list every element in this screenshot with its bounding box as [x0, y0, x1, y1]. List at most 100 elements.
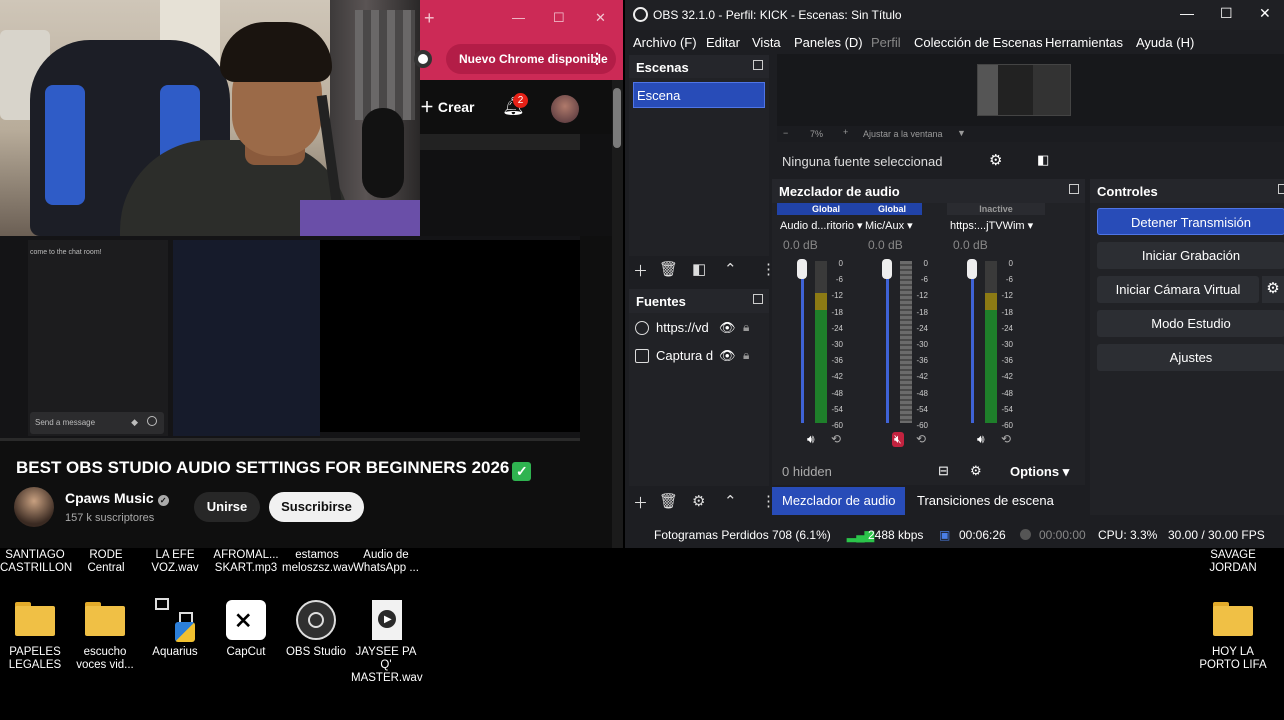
float-icon[interactable] — [753, 60, 763, 70]
up-arrow-icon[interactable]: ⌃ — [724, 260, 737, 278]
filter-icon[interactable]: ◧ — [692, 260, 706, 278]
volume-fader-track[interactable] — [801, 261, 804, 423]
settings-icon[interactable]: ⚙︎ — [970, 463, 982, 479]
fit-window-label[interactable]: Ajustar a la ventana — [863, 129, 943, 139]
desktop-icon-label[interactable]: OBS Studio — [281, 646, 351, 659]
desktop-icon-label[interactable]: HOY LA PORTO LIFA — [1198, 646, 1268, 672]
desktop-item-label[interactable]: SAVAGE JORDAN — [1198, 549, 1268, 575]
trash-icon[interactable]: 🗑︎ — [659, 260, 678, 278]
audio-file-icon[interactable]: ▶ — [372, 600, 402, 640]
chrome-scrollbar-thumb[interactable] — [613, 88, 621, 148]
folder-icon[interactable] — [1213, 600, 1253, 640]
float-icon[interactable] — [1069, 184, 1079, 194]
emoji-icon[interactable] — [147, 416, 157, 426]
lock-icon[interactable]: 🔒︎ — [743, 320, 749, 335]
up-arrow-icon[interactable]: ⌃ — [724, 492, 737, 510]
float-icon[interactable] — [753, 294, 763, 304]
desktop-icon-label[interactable]: JAYSEE PA Q' MASTER.wav — [351, 646, 423, 685]
maximize-icon[interactable]: ☐ — [1220, 5, 1233, 22]
scene-item[interactable]: Escena — [633, 82, 765, 108]
chrome-update-button[interactable]: Nuevo Chrome disponible ⋮ — [446, 44, 616, 74]
source-item-browser[interactable]: https://vd — [635, 320, 709, 335]
eye-icon[interactable]: 👁︎ — [719, 320, 736, 336]
start-recording-button[interactable]: Iniciar Grabación — [1097, 242, 1284, 269]
start-virtual-camera-button[interactable]: Iniciar Cámara Virtual — [1097, 276, 1259, 303]
minimize-icon[interactable]: — — [1180, 5, 1194, 21]
minimize-icon[interactable]: — — [512, 10, 525, 25]
aquarius-icon[interactable] — [155, 598, 195, 642]
speaker-icon[interactable]: 🔊︎ — [977, 432, 985, 447]
desktop-item-label[interactable]: RODE Central — [70, 549, 142, 575]
tab-scene-transitions[interactable]: Transiciones de escena — [907, 487, 1064, 515]
avatar[interactable] — [551, 95, 579, 123]
layout-icon[interactable]: ⊟ — [938, 463, 949, 479]
obs-studio-icon[interactable] — [296, 600, 336, 640]
gear-icon[interactable]: ⚙︎ — [692, 492, 705, 510]
source-item-capture[interactable]: Captura d — [635, 348, 713, 363]
settings-button[interactable]: Ajustes — [1097, 344, 1284, 371]
desktop-icon-label[interactable]: CapCut — [211, 646, 281, 659]
desktop-icon-label[interactable]: escucho voces vid... — [70, 646, 140, 672]
speaker-muted-icon[interactable]: 🔇︎ — [892, 432, 904, 447]
chevron-down-icon[interactable]: ▼ — [957, 128, 966, 138]
folder-icon[interactable] — [15, 600, 55, 640]
add-source-icon[interactable]: ＋ — [633, 492, 648, 513]
create-button[interactable]: ＋ Crear — [420, 97, 474, 117]
stop-streaming-button[interactable]: Detener Transmisión — [1097, 208, 1284, 235]
desktop-icon-label[interactable]: PAPELES LEGALES — [0, 646, 70, 672]
close-icon[interactable]: ✕ — [595, 10, 606, 26]
desktop-item-label[interactable]: Audio de WhatsApp ... — [352, 549, 420, 575]
menu-editar[interactable]: Editar — [706, 35, 740, 50]
add-scene-icon[interactable]: ＋ — [633, 260, 648, 281]
chat-input[interactable]: Send a message ◆ — [30, 412, 164, 434]
volume-fader-track[interactable] — [886, 261, 889, 423]
monitor-headphones-icon[interactable]: ⟲ — [1001, 432, 1011, 446]
channel-avatar[interactable] — [14, 487, 54, 527]
monitor-headphones-icon[interactable]: ⟲ — [916, 432, 926, 446]
zoom-in-icon[interactable]: + — [843, 127, 848, 137]
menu-herramientas[interactable]: Herramientas — [1045, 35, 1123, 50]
join-button[interactable]: Unirse — [194, 492, 260, 522]
tab-audio-mixer[interactable]: Mezclador de audio — [772, 487, 906, 515]
desktop-item-label[interactable]: LA EFE VOZ.wav — [142, 549, 208, 575]
diamond-icon[interactable]: ◆ — [131, 417, 138, 428]
folder-icon[interactable] — [85, 600, 125, 640]
gear-icon[interactable]: ⚙︎ — [989, 151, 1002, 169]
volume-fader-track[interactable] — [971, 261, 974, 423]
menu-ayuda[interactable]: Ayuda (H) — [1136, 35, 1194, 50]
options-button[interactable]: Options ▾ — [1010, 464, 1069, 480]
capcut-icon[interactable]: ⨯ — [226, 600, 266, 640]
gear-icon[interactable]: ⚙︎ — [1262, 276, 1284, 303]
chrome-scrollbar[interactable] — [612, 80, 623, 548]
menu-archivo[interactable]: Archivo (F) — [633, 35, 697, 50]
maximize-icon[interactable]: ☐ — [553, 10, 565, 26]
new-tab-icon[interactable]: + — [424, 8, 435, 29]
speaker-icon[interactable]: 🔊︎ — [807, 432, 815, 447]
trash-icon[interactable]: 🗑︎ — [659, 492, 678, 510]
menu-paneles[interactable]: Paneles (D) — [794, 35, 863, 50]
more-vert-icon[interactable]: ⋮ — [590, 50, 604, 67]
menu-vista[interactable]: Vista — [752, 35, 781, 50]
volume-fader-knob[interactable] — [882, 259, 892, 279]
zoom-out-icon[interactable]: − — [783, 128, 788, 138]
float-icon[interactable] — [1278, 184, 1284, 194]
filter-icon[interactable]: ◧ — [1037, 152, 1049, 168]
monitor-headphones-icon[interactable]: ⟲ — [831, 432, 841, 446]
menu-perfil[interactable]: Perfil — [871, 35, 901, 50]
desktop-icon-label[interactable]: Aquarius — [140, 646, 210, 659]
channel-name[interactable]: https:...jTVWim ▾ — [950, 219, 1033, 232]
volume-fader-knob[interactable] — [967, 259, 977, 279]
video-progress-bar[interactable] — [0, 438, 580, 441]
desktop-item-label[interactable]: estamos meloszsz.wav — [282, 549, 354, 575]
channel-name[interactable]: Cpaws Music ✓ — [65, 490, 169, 506]
channel-name[interactable]: Audio d...ritorio ▾ — [780, 219, 863, 232]
desktop-item-label[interactable]: AFROMAL... SKART.mp3 — [212, 549, 280, 575]
channel-name[interactable]: Mic/Aux ▾ — [865, 219, 913, 232]
studio-mode-button[interactable]: Modo Estudio — [1097, 310, 1284, 337]
lock-icon[interactable]: 🔒︎ — [743, 348, 749, 363]
video-player[interactable]: come to the chat room! Send a message ◆ — [0, 236, 580, 441]
volume-fader-knob[interactable] — [797, 259, 807, 279]
subscribe-button[interactable]: Suscribirse — [269, 492, 364, 522]
close-icon[interactable]: ✕ — [1259, 5, 1271, 22]
eye-icon[interactable]: 👁︎ — [719, 348, 736, 364]
